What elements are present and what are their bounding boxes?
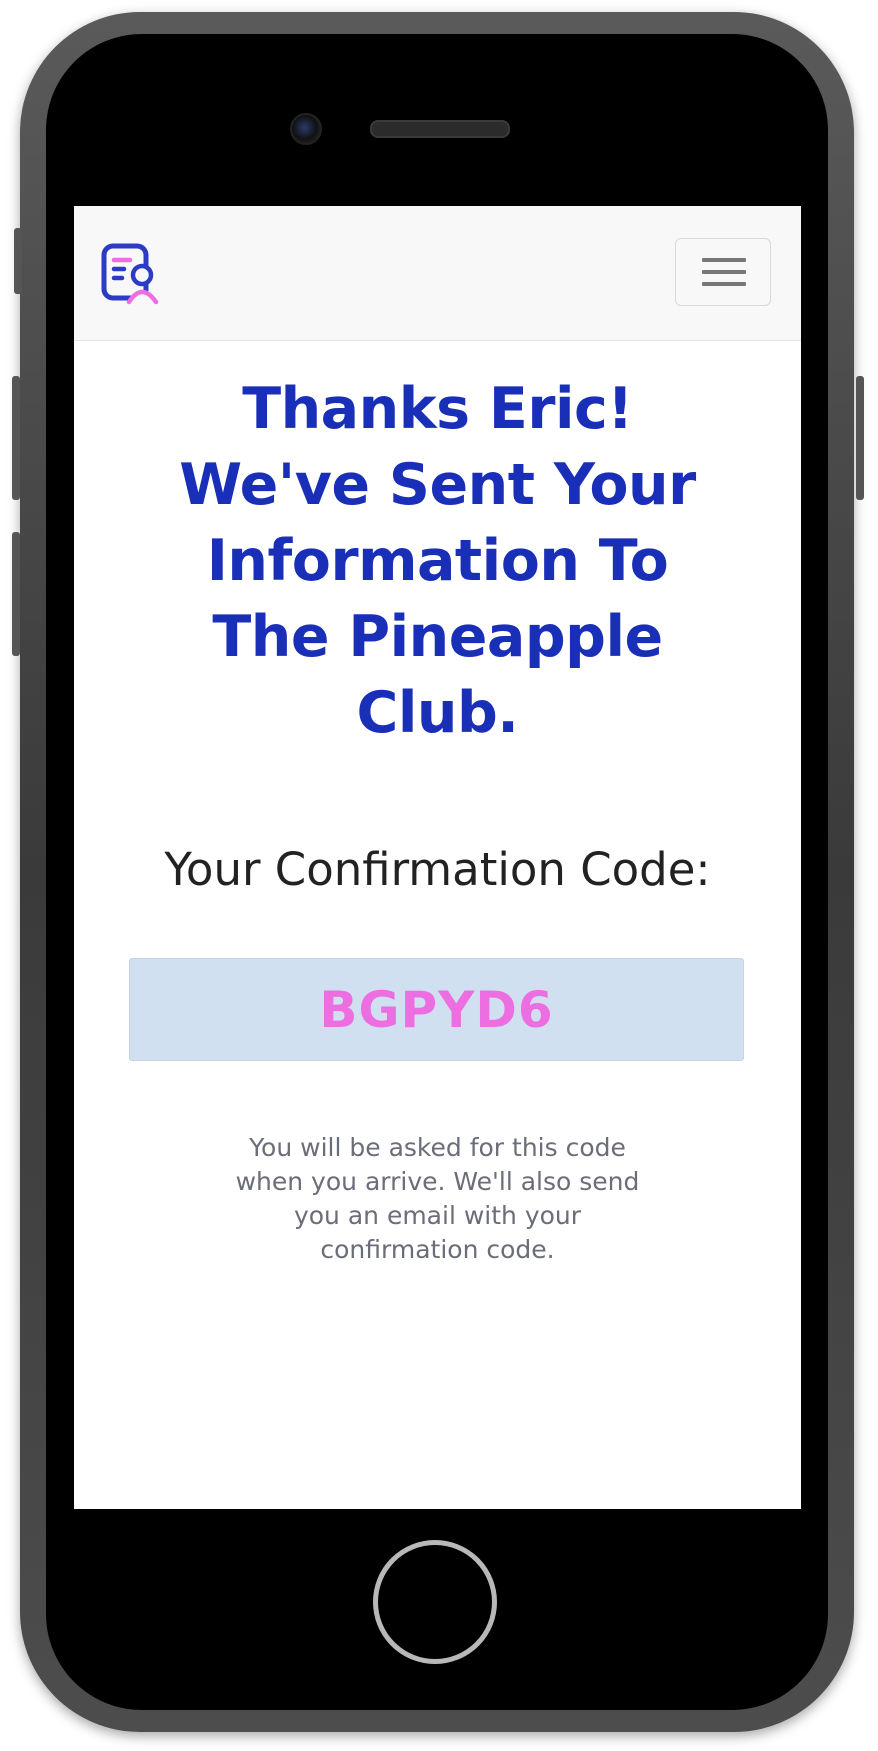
headline-line: Thanks Eric!	[242, 376, 633, 442]
hamburger-menu-icon	[702, 258, 746, 262]
note-line: You will be asked for this code	[249, 1133, 626, 1162]
navbar	[74, 206, 801, 341]
volume-down-button	[12, 532, 20, 656]
hamburger-menu-icon-bar	[702, 270, 746, 274]
front-camera	[290, 113, 322, 145]
confirmation-code-label: Your Confirmation Code:	[164, 843, 711, 896]
confirmation-note: You will be asked for this code when you…	[199, 1131, 676, 1267]
hamburger-menu-button[interactable]	[675, 238, 771, 306]
note-line: when you arrive. We'll also send	[235, 1167, 640, 1196]
phone-screen: Thanks Eric! We've Sent Your Information…	[74, 206, 801, 1509]
headline-line: Club.	[356, 680, 519, 746]
confirmation-code-box: BGPYD6	[129, 958, 744, 1061]
hamburger-menu-icon-bar	[702, 282, 746, 286]
power-button	[856, 376, 864, 500]
profile-document-icon[interactable]	[100, 242, 166, 308]
page-title: Thanks Eric! We've Sent Your Information…	[114, 371, 761, 751]
confirmation-code-value: BGPYD6	[319, 980, 554, 1039]
home-button[interactable]	[373, 1540, 497, 1664]
note-line: you an email with your	[293, 1201, 582, 1230]
earpiece-speaker	[370, 120, 510, 138]
headline-line: We've Sent Your	[179, 452, 696, 518]
headline-line: The Pineapple	[212, 604, 663, 670]
volume-up-button	[12, 376, 20, 500]
note-line: confirmation code.	[320, 1235, 555, 1264]
headline-line: Information To	[206, 528, 669, 594]
